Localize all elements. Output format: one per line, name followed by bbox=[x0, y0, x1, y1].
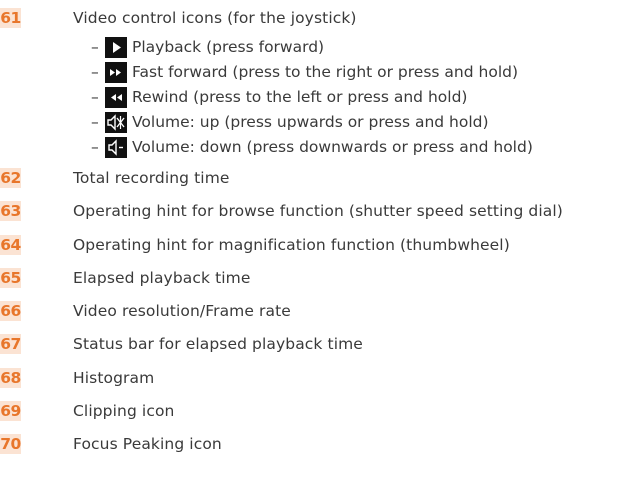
legend-label: Operating hint for browse function (shut… bbox=[73, 202, 563, 220]
legend-label: Elapsed playback time bbox=[73, 269, 251, 287]
video-control-label: Playback (press forward) bbox=[132, 38, 325, 56]
legend-number: 67 bbox=[0, 334, 21, 354]
video-control-label: Volume: down (press downwards or press a… bbox=[132, 138, 533, 156]
rewind-icon bbox=[105, 86, 127, 108]
video-control-playback: – Playback (press forward) bbox=[91, 35, 324, 59]
video-control-rewind: – Rewind (press to the left or press and… bbox=[91, 85, 467, 109]
video-control-label: Fast forward (press to the right or pres… bbox=[132, 63, 519, 81]
video-control-volume-down: – Volume: down (press downwards or press… bbox=[91, 135, 533, 159]
volume-down-icon bbox=[105, 136, 127, 158]
legend-number: 62 bbox=[0, 168, 21, 188]
legend-number: 63 bbox=[0, 201, 21, 221]
legend-label: Video control icons (for the joystick) bbox=[73, 9, 357, 27]
legend-label: Video resolution/Frame rate bbox=[73, 302, 291, 320]
volume-up-icon bbox=[105, 111, 127, 133]
legend-label: Histogram bbox=[73, 369, 155, 387]
dash: – bbox=[91, 138, 99, 156]
video-control-label: Volume: up (press upwards or press and h… bbox=[132, 113, 489, 131]
legend-number: 70 bbox=[0, 434, 21, 454]
dash: – bbox=[91, 63, 99, 81]
video-control-label: Rewind (press to the left or press and h… bbox=[132, 88, 468, 106]
legend-label: Focus Peaking icon bbox=[73, 435, 222, 453]
dash: – bbox=[91, 88, 99, 106]
legend-label: Status bar for elapsed playback time bbox=[73, 335, 363, 353]
video-control-fast-forward: – Fast forward (press to the right or pr… bbox=[91, 60, 518, 84]
legend-label: Operating hint for magnification functio… bbox=[73, 236, 510, 254]
video-control-volume-up: – Volume: up (press upwards or press and… bbox=[91, 110, 489, 134]
legend-number: 68 bbox=[0, 368, 21, 388]
legend-label: Clipping icon bbox=[73, 402, 175, 420]
dash: – bbox=[91, 38, 99, 56]
legend-number: 66 bbox=[0, 301, 21, 321]
fast-forward-icon bbox=[105, 61, 127, 83]
legend-number: 61 bbox=[0, 8, 21, 28]
play-icon bbox=[105, 36, 127, 58]
legend-number: 65 bbox=[0, 268, 21, 288]
legend-number: 64 bbox=[0, 235, 21, 255]
legend-number: 69 bbox=[0, 401, 21, 421]
dash: – bbox=[91, 113, 99, 131]
legend-label: Total recording time bbox=[73, 169, 230, 187]
